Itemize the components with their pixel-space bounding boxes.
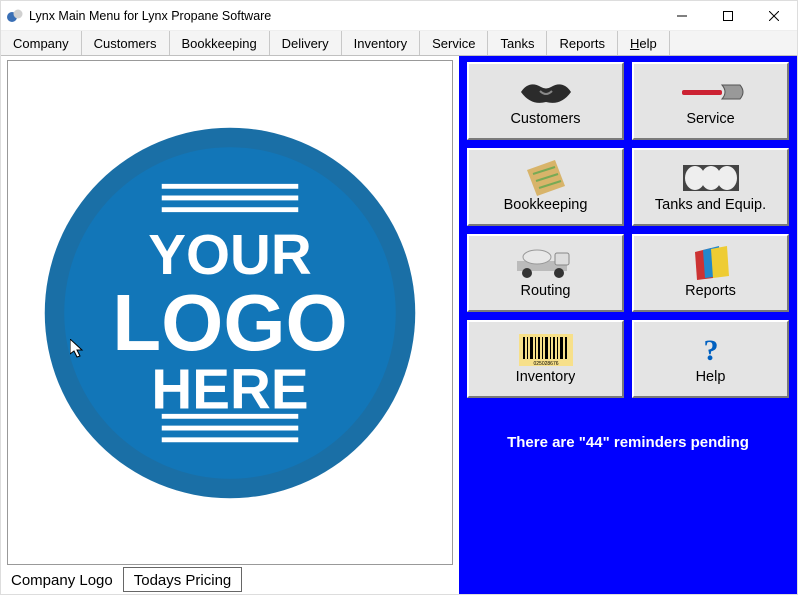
reminders-text: There are "44" reminders pending: [467, 434, 789, 451]
left-panel: YOUR LOGO HERE Company Logo Todays Prici…: [1, 56, 459, 594]
logo-frame: YOUR LOGO HERE: [7, 60, 453, 565]
reports-icon: [691, 247, 731, 281]
inventory-tile[interactable]: 025028676 Inventory: [467, 320, 624, 398]
svg-text:025028676: 025028676: [533, 361, 558, 366]
tile-label: Reports: [685, 283, 736, 299]
menu-inventory[interactable]: Inventory: [342, 31, 420, 55]
tabstrip: Company Logo Todays Pricing: [7, 567, 453, 592]
tile-label: Inventory: [516, 369, 576, 385]
customers-tile[interactable]: Customers: [467, 62, 624, 140]
tile-label: Routing: [521, 283, 571, 299]
service-tile[interactable]: Service: [632, 62, 789, 140]
client-area: YOUR LOGO HERE Company Logo Todays Prici…: [1, 56, 797, 594]
tile-label: Service: [686, 111, 734, 127]
window-buttons: [659, 1, 797, 31]
menu-customers[interactable]: Customers: [82, 31, 170, 55]
svg-text:LOGO: LOGO: [112, 278, 347, 367]
tile-label: Bookkeeping: [504, 197, 588, 213]
question-icon: ?: [699, 333, 723, 367]
app-icon: [7, 8, 23, 24]
tanks-icon: [681, 161, 741, 195]
mouse-cursor-icon: [70, 339, 86, 359]
reports-tile[interactable]: Reports: [632, 234, 789, 312]
svg-text:YOUR: YOUR: [148, 223, 311, 286]
maximize-button[interactable]: [705, 1, 751, 31]
handshake-icon: [516, 75, 576, 109]
help-tile[interactable]: ? Help: [632, 320, 789, 398]
menu-reports[interactable]: Reports: [547, 31, 618, 55]
reminders-prefix: There are ": [507, 434, 586, 451]
menu-delivery[interactable]: Delivery: [270, 31, 342, 55]
menubar: Company Customers Bookkeeping Delivery I…: [1, 31, 797, 56]
reminders-count: 44: [586, 434, 603, 451]
menu-service[interactable]: Service: [420, 31, 488, 55]
company-logo-placeholder: YOUR LOGO HERE: [35, 118, 425, 508]
barcode-icon: 025028676: [519, 333, 573, 367]
menu-company[interactable]: Company: [1, 31, 82, 55]
right-panel: Customers Service Bookkeeping Tanks and …: [459, 56, 797, 594]
minimize-button[interactable]: [659, 1, 705, 31]
menu-help[interactable]: Help: [618, 31, 670, 55]
menu-tanks[interactable]: Tanks: [488, 31, 547, 55]
tab-todays-pricing[interactable]: Todays Pricing: [123, 567, 243, 592]
truck-icon: [513, 247, 579, 281]
routing-tile[interactable]: Routing: [467, 234, 624, 312]
reminders-suffix: " reminders pending: [603, 434, 749, 451]
tanks-tile[interactable]: Tanks and Equip.: [632, 148, 789, 226]
titlebar: Lynx Main Menu for Lynx Propane Software: [1, 1, 797, 31]
button-grid: Customers Service Bookkeeping Tanks and …: [467, 62, 789, 398]
svg-text:?: ?: [703, 334, 718, 366]
svg-text:HERE: HERE: [151, 357, 308, 420]
tile-label: Help: [696, 369, 726, 385]
close-button[interactable]: [751, 1, 797, 31]
menu-help-rest: elp: [639, 36, 656, 51]
menu-help-mnemonic: H: [630, 36, 639, 51]
window-title: Lynx Main Menu for Lynx Propane Software: [29, 9, 659, 23]
tile-label: Customers: [510, 111, 580, 127]
menu-bookkeeping[interactable]: Bookkeeping: [170, 31, 270, 55]
ledger-icon: [525, 161, 567, 195]
tile-label: Tanks and Equip.: [655, 197, 766, 213]
tab-company-logo[interactable]: Company Logo: [7, 568, 124, 592]
wrench-icon: [676, 75, 746, 109]
bookkeeping-tile[interactable]: Bookkeeping: [467, 148, 624, 226]
